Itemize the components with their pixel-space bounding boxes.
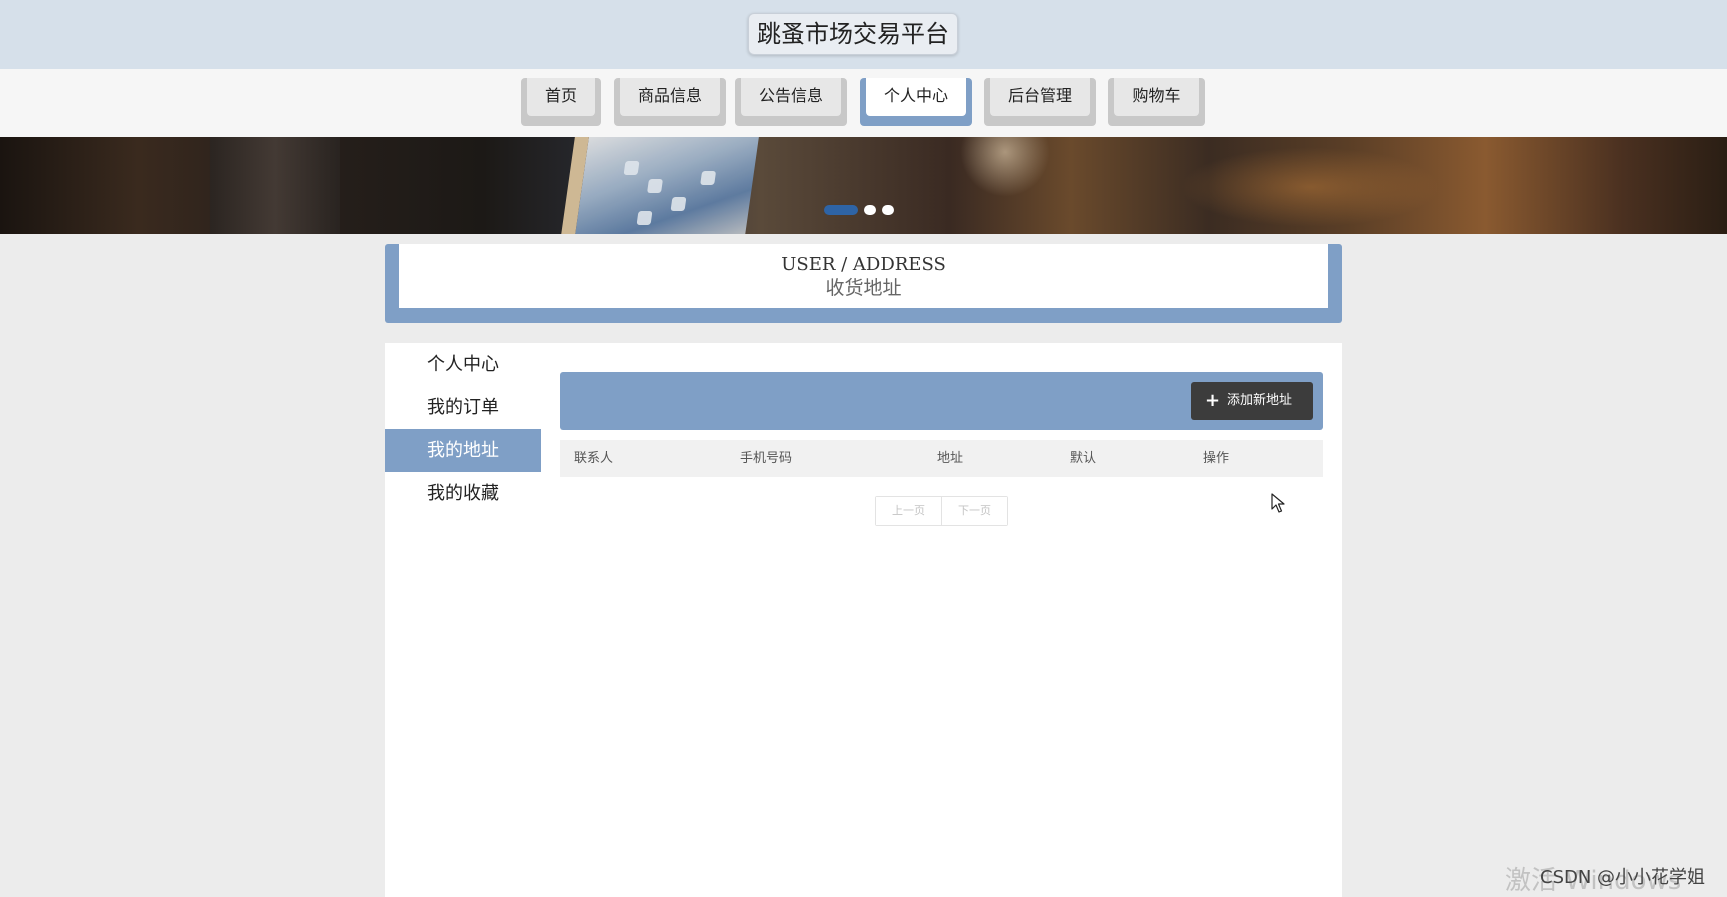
section-title-cn: 收货地址 [825,277,902,299]
add-address-button[interactable]: + 添加新地址 [1191,382,1313,420]
nav-item-home[interactable]: 首页 [521,78,601,126]
content-panel: 个人中心 我的订单 我的地址 我的收藏 + 添加新地址 联系人 手机号码 地址 默… [385,343,1342,897]
csdn-watermark: CSDN @小小花学姐 [1540,867,1706,888]
carousel-dot-2[interactable] [864,205,876,215]
section-header: USER / ADDRESS 收货地址 [385,244,1342,323]
nav-item-notices[interactable]: 公告信息 [735,78,847,126]
sidebar-item-personal-center[interactable]: 个人中心 [385,343,541,386]
pagination: 上一页 下一页 [875,496,1008,526]
carousel-dot-1[interactable] [824,205,858,215]
nav-item-personal-center[interactable]: 个人中心 [860,78,972,126]
nav-item-label: 个人中心 [866,78,966,116]
nav-item-products[interactable]: 商品信息 [614,78,726,126]
banner-light [960,137,1050,197]
banner-carousel [0,137,1727,234]
nav-item-label: 首页 [527,78,595,116]
top-header: 跳蚤市场交易平台 [0,0,1727,69]
address-table-header: 联系人 手机号码 地址 默认 操作 [560,440,1323,477]
sidebar-item-my-orders[interactable]: 我的订单 [385,386,541,429]
column-header-actions: 操作 [1203,451,1230,466]
carousel-dot-3[interactable] [882,205,894,215]
column-header-address: 地址 [937,451,964,466]
app-title: 跳蚤市场交易平台 [748,13,958,55]
plus-icon: + [1205,390,1221,411]
nav-item-label: 商品信息 [620,78,720,116]
column-header-contact: 联系人 [574,451,614,466]
mouse-cursor-icon [1271,493,1285,513]
banner-image-phone [560,137,760,234]
prev-page-button[interactable]: 上一页 [876,497,941,525]
column-header-phone: 手机号码 [740,451,793,466]
add-address-label: 添加新地址 [1227,393,1293,408]
nav-item-label: 后台管理 [990,78,1090,116]
address-toolbar: + 添加新地址 [560,372,1323,430]
nav-item-label: 购物车 [1114,78,1199,116]
column-header-default: 默认 [1070,451,1097,466]
section-title-en: USER / ADDRESS [781,254,946,275]
carousel-indicators [824,205,894,215]
nav-item-cart[interactable]: 购物车 [1108,78,1205,126]
section-header-box: USER / ADDRESS 收货地址 [399,244,1328,308]
sidebar-item-my-address[interactable]: 我的地址 [385,429,541,472]
nav-item-label: 公告信息 [741,78,841,116]
banner-light [1180,147,1440,227]
nav-item-admin[interactable]: 后台管理 [984,78,1096,126]
sidebar-item-my-favorites[interactable]: 我的收藏 [385,472,541,515]
main-nav: 首页 商品信息 公告信息 个人中心 后台管理 购物车 [0,69,1727,137]
banner-image-cup [210,137,340,234]
next-page-button[interactable]: 下一页 [941,497,1007,525]
